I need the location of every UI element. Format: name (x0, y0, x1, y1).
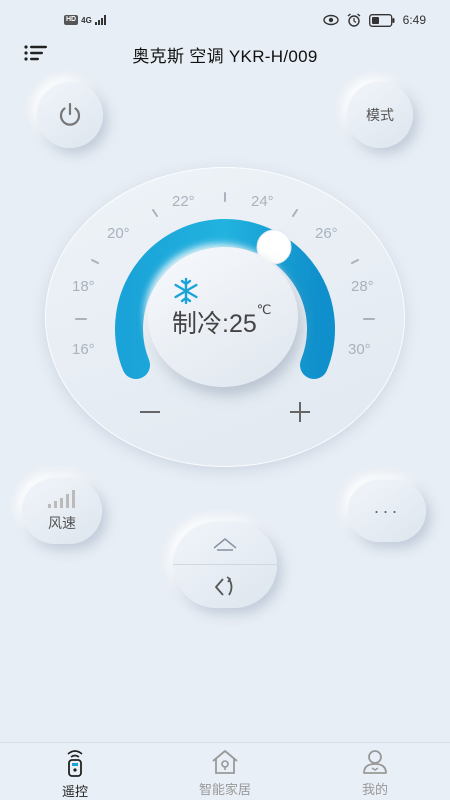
more-button[interactable]: ··· (348, 480, 426, 542)
eye-icon (322, 14, 339, 26)
tab-smart-home[interactable]: 智能家居 (150, 743, 300, 800)
more-icon: ··· (373, 500, 401, 521)
page-title: 奥克斯 空调 YKR-H/009 (132, 47, 318, 66)
decrease-temperature-button[interactable] (138, 400, 162, 424)
minus-icon (140, 411, 160, 413)
fan-speed-label: 风速 (48, 515, 76, 531)
scale-label-18: 18° (72, 278, 95, 295)
scale-label-24: 24° (251, 193, 274, 210)
scale-label-16: 16° (72, 341, 95, 358)
plus-icon (290, 402, 310, 422)
user-icon (363, 750, 387, 774)
status-bar: HD 4G 6:49 (0, 0, 450, 40)
swing-vertical-button[interactable] (173, 522, 277, 565)
scale-label-22: 22° (172, 193, 195, 210)
mode-button[interactable]: 模式 (347, 82, 413, 148)
tab-label-remote: 遥控 (61, 784, 88, 799)
bottom-tab-bar: 遥控 智能家居 我的 (0, 742, 450, 800)
tab-label-smart-home: 智能家居 (198, 782, 251, 797)
remote-icon (67, 750, 83, 777)
signal-icon (94, 15, 106, 25)
network-type: 4G (81, 15, 92, 25)
scale-label-28: 28° (351, 278, 374, 295)
swing-vertical-icon (213, 537, 237, 551)
swing-horizontal-button[interactable] (173, 565, 277, 608)
scale-label-30: 30° (348, 341, 371, 358)
status-time: 6:49 (402, 13, 426, 27)
power-button[interactable] (37, 82, 103, 148)
increase-temperature-button[interactable] (288, 400, 312, 424)
fan-speed-icon (48, 490, 75, 508)
alarm-icon (347, 13, 361, 27)
swing-horizontal-icon (215, 575, 233, 596)
snowflake-icon (174, 277, 198, 305)
mode-label: 模式 (366, 107, 394, 123)
tab-mine[interactable]: 我的 (300, 743, 450, 800)
scale-label-26: 26° (315, 225, 338, 242)
home-icon (212, 750, 238, 774)
network-indicator: HD 4G (64, 15, 109, 25)
fan-speed-button[interactable]: 风速 (22, 478, 102, 544)
power-icon (59, 102, 81, 126)
swing-control (173, 522, 277, 608)
mode-temperature-text: 制冷:25 (172, 310, 257, 338)
tab-remote[interactable]: 遥控 (0, 743, 150, 800)
temperature-readout: 制冷:25℃ (172, 302, 272, 340)
battery-icon (368, 13, 395, 27)
scale-label-20: 20° (107, 225, 130, 242)
hd-badge: HD (64, 15, 79, 25)
tab-label-mine: 我的 (361, 782, 388, 797)
app-header: 奥克斯 空调 YKR-H/009 (0, 38, 450, 70)
temperature-unit: ℃ (256, 302, 272, 317)
